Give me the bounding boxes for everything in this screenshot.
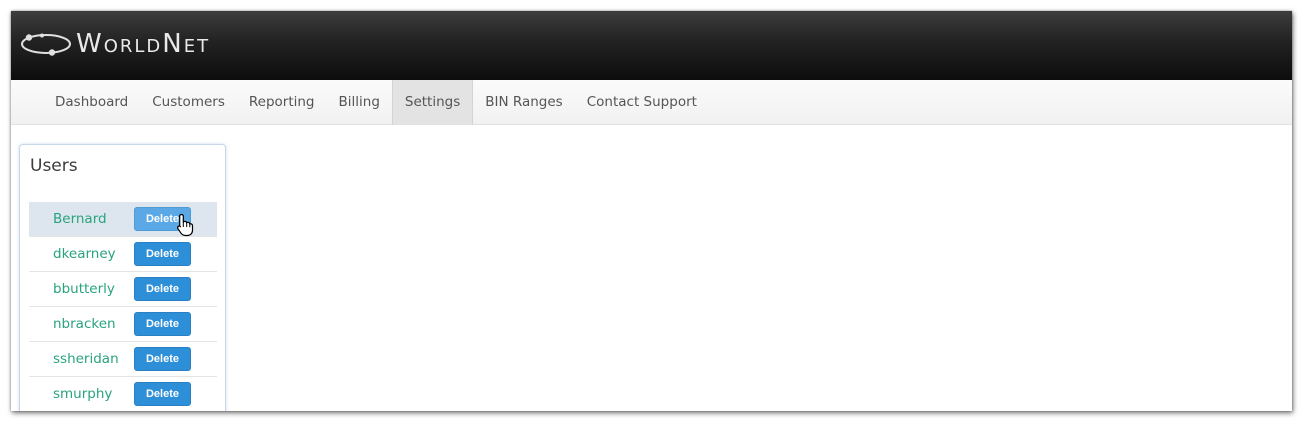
users-panel: Users Bernard Delete dkearney Delete bbu…: [19, 144, 226, 411]
user-link[interactable]: ssheridan: [53, 342, 119, 376]
user-link[interactable]: smurphy: [53, 377, 112, 411]
delete-button[interactable]: Delete: [134, 312, 191, 336]
nav-settings[interactable]: Settings: [391, 80, 474, 125]
app-window: WorldNet Dashboard Customers Reporting B…: [11, 11, 1292, 411]
user-link[interactable]: dkearney: [53, 237, 116, 271]
delete-button[interactable]: Delete: [134, 382, 191, 406]
panel-title: Users: [30, 156, 78, 176]
brand-name: WorldNet: [76, 29, 211, 59]
header-bar: WorldNet: [11, 11, 1292, 80]
user-link[interactable]: Bernard: [53, 202, 107, 236]
user-row: nbracken Delete: [29, 307, 217, 342]
user-row: ssheridan Delete: [29, 342, 217, 377]
brand-logo[interactable]: WorldNet: [18, 27, 210, 61]
user-link[interactable]: bbutterly: [53, 272, 115, 306]
delete-button[interactable]: Delete: [134, 277, 191, 301]
user-row: dkearney Delete: [29, 237, 217, 272]
user-row: bbutterly Delete: [29, 272, 217, 307]
delete-button[interactable]: Delete: [134, 347, 191, 371]
user-link[interactable]: nbracken: [53, 307, 116, 341]
delete-button[interactable]: Delete: [134, 242, 191, 266]
user-row: smurphy Delete: [29, 377, 217, 411]
main-navigation: Dashboard Customers Reporting Billing Se…: [11, 80, 1292, 125]
nav-bin-ranges[interactable]: BIN Ranges: [473, 80, 574, 125]
nav-customers[interactable]: Customers: [140, 80, 237, 125]
orbit-logo-icon: [21, 33, 71, 56]
hand-cursor-icon: [177, 213, 194, 237]
nav-billing[interactable]: Billing: [327, 80, 392, 125]
nav-contact-support[interactable]: Contact Support: [575, 80, 709, 125]
nav-reporting[interactable]: Reporting: [237, 80, 327, 125]
nav-dashboard[interactable]: Dashboard: [43, 80, 140, 125]
